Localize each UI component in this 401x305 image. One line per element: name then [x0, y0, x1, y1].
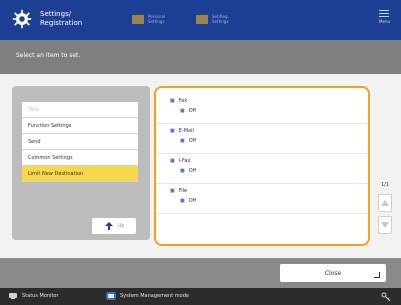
system-mode-label: System Management mode [120, 293, 189, 299]
settings-group-title: ■ I-Fax [170, 158, 190, 164]
personal-settings-label: Personal Settings [148, 14, 165, 24]
nav-item-limit-new-destination[interactable]: Limit New Destination [22, 166, 138, 182]
personal-settings-label-line2: Settings [148, 19, 165, 24]
settings-group-title: ■ E-Mail [170, 128, 194, 134]
set-reg-settings-icon [196, 14, 208, 24]
menu-label: Menu [379, 19, 390, 24]
bullet-icon: ■ [180, 198, 185, 204]
close-bar: Close [0, 258, 401, 288]
bullet-icon: ■ [180, 168, 185, 174]
settings-group-title-text: I-Fax [178, 158, 191, 164]
settings-group-value-text: Off [188, 108, 197, 114]
instruction-bar: Select an item to set. [0, 40, 401, 74]
set-reg-settings-label-line2: Settings [212, 19, 229, 24]
bullet-icon: ■ [170, 158, 175, 164]
settings-group-email[interactable]: ■ E-Mail ■ Off [156, 124, 368, 154]
nav-item-title[interactable]: Title [22, 102, 138, 118]
instruction-text: Select an item to set. [16, 52, 81, 59]
settings-group-title-text: Fax [178, 98, 188, 104]
bullet-icon: ■ [170, 188, 175, 194]
nav-item-label: Title [28, 106, 39, 113]
nav-item-send[interactable]: Send [22, 134, 138, 150]
close-button[interactable]: Close [280, 264, 386, 282]
personal-settings-button[interactable]: Personal Settings [132, 14, 165, 24]
menu-line-icon [379, 13, 389, 14]
settings-group-value: ■ Off [180, 138, 196, 144]
settings-group-value: ■ Off [180, 198, 196, 204]
chevron-up-icon [381, 200, 389, 206]
arrow-up-icon [104, 222, 113, 230]
nav-item-common-settings[interactable]: Common Settings [22, 150, 138, 166]
status-monitor-label: Status Monitor [22, 293, 59, 299]
up-button-label: Up [117, 223, 125, 229]
gear-icon [12, 9, 32, 29]
nav-item-label: Common Settings [28, 154, 73, 161]
system-management-mode[interactable]: System Management mode [106, 292, 189, 300]
nav-item-label: Send [28, 138, 41, 145]
navigation-list: Title Function Settings Send Common Sett… [22, 102, 138, 182]
page-title: Settings/ Registration [40, 10, 82, 28]
corner-icon [374, 272, 380, 278]
key-icon[interactable] [381, 292, 391, 302]
page-down-button[interactable] [378, 216, 392, 234]
bullet-icon: ■ [170, 98, 175, 104]
page-title-line1: Settings/ [40, 10, 72, 18]
settings-group-title: ■ File [170, 188, 187, 194]
destination-settings-panel: ■ Fax ■ Off ■ E-Mail ■ Off ■ I-Fax ■ Off ■ File… [154, 86, 370, 246]
set-reg-settings-button[interactable]: Set/Reg. Settings [196, 14, 229, 24]
pager: 1/1 [376, 182, 394, 238]
bullet-icon: ■ [180, 138, 185, 144]
settings-group-file[interactable]: ■ File ■ Off [156, 184, 368, 214]
bullet-icon: ■ [180, 108, 185, 114]
status-bar: Status Monitor System Management mode [0, 288, 401, 305]
settings-group-title-text: E-Mail [178, 128, 194, 134]
up-button[interactable]: Up [92, 218, 136, 234]
nav-item-label: Limit New Destination [28, 170, 84, 177]
set-reg-settings-label: Set/Reg. Settings [212, 14, 229, 24]
chevron-down-icon [381, 222, 389, 228]
main-area: Title Function Settings Send Common Sett… [0, 74, 401, 258]
menu-button[interactable]: Menu [379, 10, 390, 24]
settings-group-title-text: File [178, 188, 188, 194]
nav-item-function-settings[interactable]: Function Settings [22, 118, 138, 134]
settings-group-value-text: Off [188, 168, 197, 174]
nav-item-label: Function Settings [28, 122, 72, 129]
page-number: 1/1 [380, 182, 390, 188]
settings-group-value: ■ Off [180, 168, 196, 174]
page-up-button[interactable] [378, 194, 392, 212]
settings-group-value-text: Off [188, 198, 197, 204]
settings-group-value: ■ Off [180, 108, 196, 114]
page-title-line2: Registration [40, 19, 83, 27]
menu-line-icon [379, 10, 389, 11]
close-button-label: Close [324, 269, 342, 277]
settings-group-ifax[interactable]: ■ I-Fax ■ Off [156, 154, 368, 184]
settings-group-fax[interactable]: ■ Fax ■ Off [156, 94, 368, 124]
status-monitor-icon [9, 293, 17, 299]
settings-group-title: ■ Fax [170, 98, 187, 104]
header-bar: Settings/ Registration Personal Settings… [0, 0, 401, 40]
bullet-icon: ■ [170, 128, 175, 134]
personal-settings-icon [132, 14, 144, 24]
settings-group-value-text: Off [188, 138, 197, 144]
status-monitor-button[interactable]: Status Monitor [8, 292, 59, 300]
left-navigation-panel: Title Function Settings Send Common Sett… [12, 86, 150, 240]
system-mode-icon [106, 292, 116, 300]
menu-line-icon [379, 16, 389, 17]
